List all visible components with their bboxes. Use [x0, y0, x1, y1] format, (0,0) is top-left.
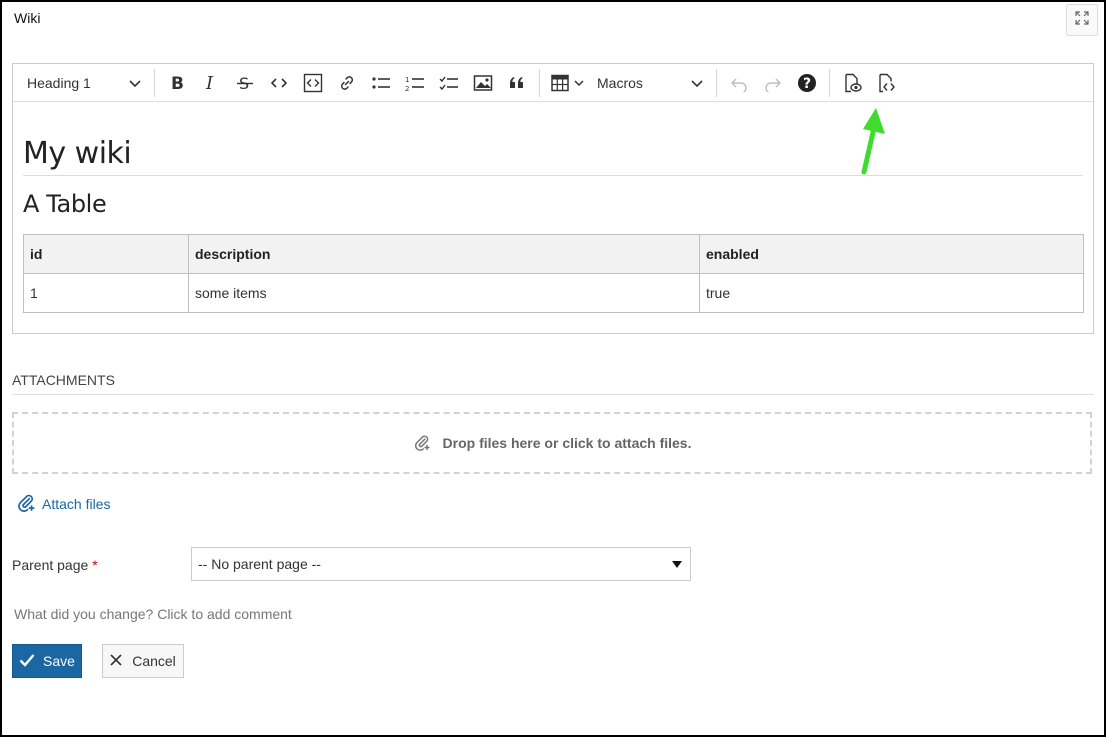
todo-list-button[interactable] [434, 68, 464, 98]
toolbar-separator [716, 68, 717, 97]
fullscreen-icon [1074, 10, 1090, 31]
parent-page-label: Parent page * [12, 557, 98, 573]
chevron-down-icon [691, 75, 703, 91]
bold-button[interactable]: B [162, 68, 192, 98]
table-cell: some items [188, 273, 700, 313]
heading-dropdown[interactable]: Heading 1 [17, 68, 149, 98]
undo-button[interactable] [724, 68, 754, 98]
heading-1: My wiki [23, 136, 1083, 176]
numbered-list-icon: 12 [405, 74, 425, 92]
wysiwyg-editor: Heading 1 B I S 1 2 Macros ? My wiki A T… [12, 63, 1094, 334]
code-block-icon [303, 73, 323, 93]
svg-text:I: I [205, 74, 214, 92]
attach-files-link[interactable]: Attach files [16, 492, 110, 515]
table-cell: true [699, 273, 1084, 313]
toolbar-separator [154, 68, 155, 97]
parent-page-select-value: -- No parent page -- [198, 556, 321, 572]
blockquote-icon [508, 74, 526, 92]
toolbar-separator [539, 68, 540, 97]
attachment-dropzone[interactable]: Drop files here or click to attach files… [12, 412, 1092, 474]
bulleted-list-icon [371, 74, 391, 92]
save-button-label: Save [43, 653, 75, 669]
paperclip-icon [16, 492, 42, 515]
caret-down-icon [672, 556, 682, 572]
todo-list-icon [439, 74, 459, 92]
attach-files-label: Attach files [42, 495, 111, 512]
close-icon [110, 653, 132, 669]
editor-content[interactable]: My wiki A Table id description enabled 1… [13, 136, 1093, 313]
svg-text:2: 2 [405, 85, 409, 92]
attachments-heading: ATTACHMENTS [12, 372, 1094, 395]
image-button[interactable] [468, 68, 498, 98]
annotation-arrow-icon [854, 106, 888, 181]
table-header-cell: description [188, 234, 700, 274]
macros-dropdown[interactable]: Macros [591, 68, 711, 98]
svg-text:?: ? [803, 76, 811, 92]
cancel-button[interactable]: Cancel [102, 644, 184, 678]
table-header-cell: enabled [699, 234, 1084, 274]
fullscreen-button[interactable] [1066, 4, 1098, 36]
bold-icon: B [168, 74, 186, 92]
image-icon [473, 74, 493, 92]
parent-page-select[interactable]: -- No parent page -- [191, 547, 691, 581]
help-icon: ? [797, 73, 817, 93]
cancel-button-label: Cancel [132, 653, 176, 669]
editor-toolbar: Heading 1 B I S 1 2 Macros ? [13, 64, 1093, 102]
italic-icon: I [202, 74, 220, 92]
table-button[interactable] [547, 68, 589, 98]
table-cell: 1 [23, 273, 189, 313]
table-header-cell: id [23, 234, 189, 274]
undo-icon [730, 74, 748, 92]
dropzone-text: Drop files here or click to attach files… [442, 435, 692, 451]
blockquote-button[interactable] [502, 68, 532, 98]
table-header-row: id description enabled [23, 234, 1084, 274]
preview-button[interactable] [837, 68, 867, 98]
svg-text:1: 1 [405, 76, 409, 84]
wiki-edit-page: Wiki Heading 1 B I S 1 2 Macros ? My wik… [0, 0, 1106, 737]
add-comment-link[interactable]: What did you change? Click to add commen… [14, 606, 292, 622]
page-title: Wiki [14, 10, 41, 26]
paperclip-icon [413, 433, 443, 454]
chevron-down-icon [129, 75, 141, 91]
redo-button[interactable] [758, 68, 788, 98]
link-button[interactable] [332, 68, 362, 98]
code-block-button[interactable] [298, 68, 328, 98]
content-table: id description enabled 1 some items true [23, 234, 1084, 313]
numbered-list-button[interactable]: 12 [400, 68, 430, 98]
preview-icon [842, 73, 862, 93]
svg-text:B: B [171, 74, 184, 92]
inline-code-icon [270, 74, 288, 92]
macros-dropdown-label: Macros [597, 74, 643, 91]
help-button[interactable]: ? [792, 68, 822, 98]
save-button[interactable]: Save [12, 644, 82, 678]
link-icon [338, 74, 356, 92]
heading-2: A Table [23, 190, 107, 218]
source-mode-button[interactable] [871, 68, 901, 98]
redo-icon [764, 74, 782, 92]
required-marker: * [92, 557, 98, 573]
inline-code-button[interactable] [264, 68, 294, 98]
parent-page-label-text: Parent page [12, 557, 89, 573]
heading-dropdown-value: Heading 1 [27, 74, 91, 91]
strikethrough-button[interactable]: S [230, 68, 260, 98]
checkmark-icon [19, 653, 43, 670]
strikethrough-icon: S [236, 74, 254, 92]
toolbar-separator [829, 68, 830, 97]
italic-button[interactable]: I [196, 68, 226, 98]
table-row: 1 some items true [23, 273, 1084, 313]
bulleted-list-button[interactable] [366, 68, 396, 98]
table-icon [551, 74, 585, 92]
source-mode-icon [876, 73, 896, 93]
